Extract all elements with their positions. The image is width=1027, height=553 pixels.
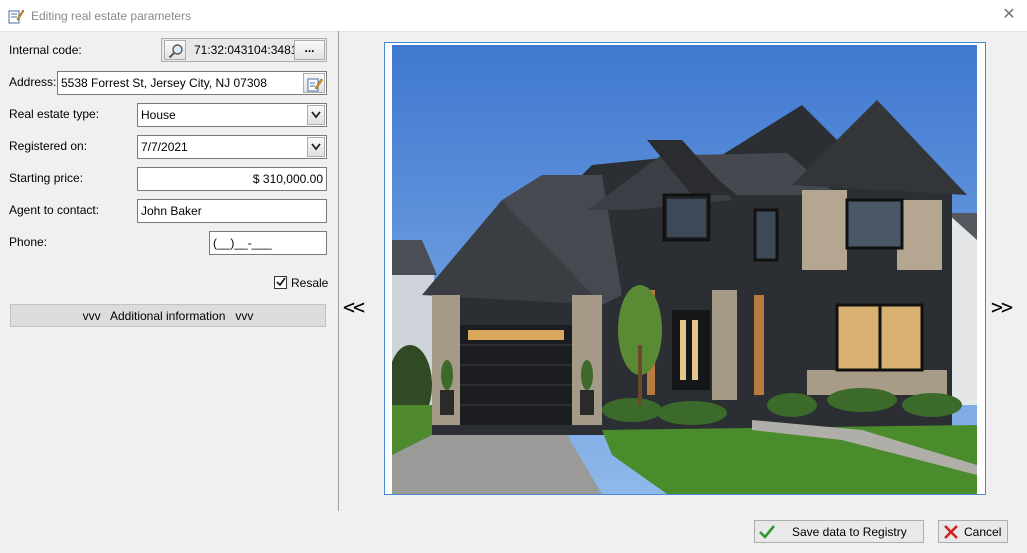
edit-document-icon	[8, 9, 24, 24]
price-value: $ 310,000.00	[252, 172, 323, 186]
resale-label[interactable]: Resale	[291, 276, 328, 290]
resale-checkbox[interactable]	[274, 276, 287, 289]
cancel-button-label: Cancel	[964, 525, 1002, 539]
address-field[interactable]: 5538 Forrest St, Jersey City, NJ 07308	[57, 71, 327, 95]
edit-address-button[interactable]	[303, 73, 325, 93]
internal-code-label: Internal code:	[9, 43, 82, 57]
price-input[interactable]: $ 310,000.00	[137, 167, 327, 191]
type-value: House	[141, 108, 176, 122]
cancel-button[interactable]: Cancel	[938, 520, 1008, 543]
phone-mask: (__)__-___	[213, 236, 272, 250]
phone-label: Phone:	[9, 235, 48, 249]
price-label: Starting price:	[9, 171, 84, 185]
magnifier-icon	[168, 44, 183, 59]
pane-divider[interactable]	[338, 31, 339, 511]
phone-input[interactable]: (__)__-___	[209, 231, 327, 255]
window-title: Editing real estate parameters	[31, 9, 192, 23]
chevron-down-icon	[311, 111, 321, 119]
internal-code-value: 71:32:043104:3481	[194, 43, 298, 57]
date-dropdown-button[interactable]	[307, 137, 325, 157]
photo-frame	[384, 42, 986, 495]
address-label: Address:	[9, 75, 57, 89]
registered-value: 7/7/2021	[141, 140, 188, 154]
agent-value: John Baker	[141, 204, 202, 218]
chevron-down-icon	[311, 143, 321, 151]
internal-code-more-button[interactable]: ...	[294, 40, 325, 60]
internal-code-field[interactable]: 71:32:043104:3481 ...	[161, 38, 327, 62]
previous-photo-button[interactable]: <<	[343, 295, 365, 319]
checkmark-icon	[759, 525, 775, 539]
next-photo-button[interactable]: >>	[991, 295, 1013, 319]
save-to-registry-button[interactable]: Save data to Registry	[754, 520, 924, 543]
type-label: Real estate type:	[9, 107, 100, 121]
additional-information-toggle[interactable]: vvv Additional information vvv	[10, 304, 326, 327]
type-dropdown-button[interactable]	[307, 105, 325, 125]
registered-label: Registered on:	[9, 139, 88, 153]
registered-date-picker[interactable]: 7/7/2021	[137, 135, 327, 159]
edit-address-icon	[307, 78, 323, 92]
title-bar: Editing real estate parameters ✕	[0, 0, 1027, 32]
type-select[interactable]: House	[137, 103, 327, 127]
close-icon[interactable]: ✕	[999, 6, 1019, 24]
cancel-x-icon	[944, 525, 958, 539]
address-value: 5538 Forrest St, Jersey City, NJ 07308	[61, 76, 267, 90]
checkmark-icon	[276, 277, 286, 287]
agent-input[interactable]: John Baker	[137, 199, 327, 223]
house-photo	[392, 45, 977, 494]
agent-label: Agent to contact:	[9, 203, 100, 217]
save-button-label: Save data to Registry	[792, 525, 907, 539]
additional-information-label: vvv Additional information vvv	[82, 309, 254, 323]
magnifier-button[interactable]	[164, 40, 186, 60]
